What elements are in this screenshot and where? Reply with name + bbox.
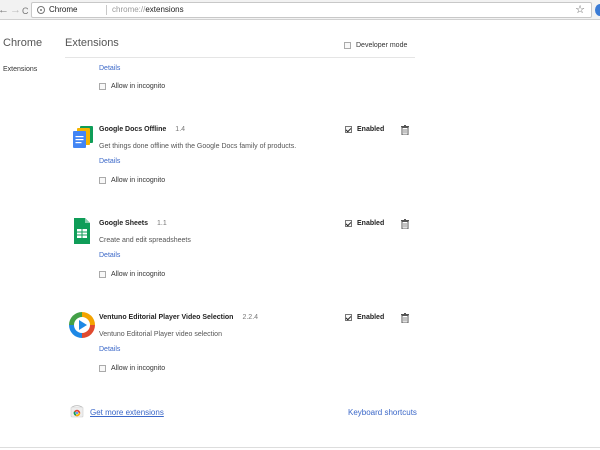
- incognito-toggle[interactable]: Allow in incognito: [99, 365, 165, 372]
- extension-description: Get things done offline with the Google …: [99, 143, 297, 150]
- partial-incognito-toggle[interactable]: Allow in incognito: [99, 83, 165, 90]
- enabled-label: Enabled: [357, 220, 385, 227]
- url-text[interactable]: chrome://extensions: [112, 4, 184, 16]
- extension-item-google-sheets: Google Sheets 1.1 Create and edit spreads…: [0, 212, 420, 302]
- extension-version: 2.2.4: [242, 314, 259, 321]
- ventuno-player-icon: [69, 312, 95, 338]
- details-link[interactable]: Details: [99, 158, 120, 165]
- page-title: Extensions: [65, 37, 119, 49]
- partial-incognito-checkbox[interactable]: [99, 83, 106, 90]
- reload-icon[interactable]: C: [22, 4, 29, 18]
- extension-item-google-docs-offline: Google Docs Offline 1.4 Get things done o…: [0, 118, 420, 208]
- enabled-label: Enabled: [357, 126, 385, 133]
- incognito-checkbox[interactable]: [99, 271, 106, 278]
- extension-description: Create and edit spreadsheets: [99, 237, 191, 244]
- back-icon[interactable]: ←: [0, 3, 9, 17]
- keyboard-shortcuts-link[interactable]: Keyboard shortcuts: [348, 408, 417, 417]
- extension-name-text: Ventuno Editorial Player Video Selection: [99, 314, 234, 321]
- extension-description: Ventuno Editorial Player video selection: [99, 331, 222, 338]
- get-more-extensions-link[interactable]: Get more extensions: [90, 408, 164, 417]
- security-chip-label: Chrome: [49, 5, 78, 14]
- developer-mode-checkbox[interactable]: [344, 42, 351, 49]
- incognito-checkbox[interactable]: [99, 365, 106, 372]
- incognito-label: Allow in incognito: [111, 177, 166, 184]
- chrome-page-icon: [37, 6, 45, 14]
- details-link[interactable]: Details: [99, 346, 120, 353]
- google-docs-offline-icon: [73, 126, 93, 148]
- developer-mode-toggle[interactable]: Developer mode: [344, 42, 407, 49]
- url-path: extensions: [145, 5, 184, 14]
- enabled-toggle[interactable]: Enabled: [345, 314, 384, 321]
- enabled-label: Enabled: [357, 314, 385, 321]
- extension-name: Ventuno Editorial Player Video Selection…: [99, 314, 258, 321]
- google-sheets-icon: [74, 218, 90, 244]
- enabled-toggle[interactable]: Enabled: [345, 126, 384, 133]
- sidebar-title: Chrome: [3, 37, 43, 49]
- extension-name: Google Docs Offline 1.4: [99, 126, 185, 133]
- incognito-label: Allow in incognito: [111, 271, 166, 278]
- profile-icon[interactable]: [595, 4, 600, 16]
- url-scheme: chrome://: [112, 5, 146, 14]
- details-link[interactable]: Details: [99, 252, 120, 259]
- header-divider: [65, 57, 415, 58]
- trash-icon[interactable]: [401, 313, 409, 323]
- trash-icon[interactable]: [401, 219, 409, 229]
- extension-version: 1.4: [175, 126, 186, 133]
- browser-toolbar: ← → C Chrome chrome://extensions ☆: [0, 0, 600, 20]
- bookmark-star-icon[interactable]: ☆: [575, 3, 585, 17]
- forward-icon[interactable]: →: [10, 3, 21, 17]
- enabled-checkbox[interactable]: [345, 126, 352, 133]
- partial-details-link[interactable]: Details: [99, 65, 120, 72]
- sidebar-item-extensions[interactable]: Extensions: [3, 66, 37, 73]
- enabled-checkbox[interactable]: [345, 314, 352, 321]
- footer-divider: [0, 447, 600, 448]
- chrome-web-store-icon: [70, 405, 84, 418]
- incognito-toggle[interactable]: Allow in incognito: [99, 271, 165, 278]
- address-bar[interactable]: Chrome chrome://extensions ☆: [31, 2, 592, 18]
- incognito-label: Allow in incognito: [111, 365, 166, 372]
- extension-name-text: Google Docs Offline: [99, 126, 167, 133]
- incognito-toggle[interactable]: Allow in incognito: [99, 177, 165, 184]
- extension-item-ventuno-player: Ventuno Editorial Player Video Selection…: [0, 306, 420, 396]
- chip-divider: [106, 5, 107, 15]
- extension-name: Google Sheets 1.1: [99, 220, 167, 227]
- trash-icon[interactable]: [401, 125, 409, 135]
- enabled-toggle[interactable]: Enabled: [345, 220, 384, 227]
- extension-name-text: Google Sheets: [99, 220, 149, 227]
- partial-incognito-label: Allow in incognito: [111, 83, 166, 90]
- enabled-checkbox[interactable]: [345, 220, 352, 227]
- developer-mode-label: Developer mode: [356, 42, 408, 49]
- extension-version: 1.1: [157, 220, 167, 227]
- incognito-checkbox[interactable]: [99, 177, 106, 184]
